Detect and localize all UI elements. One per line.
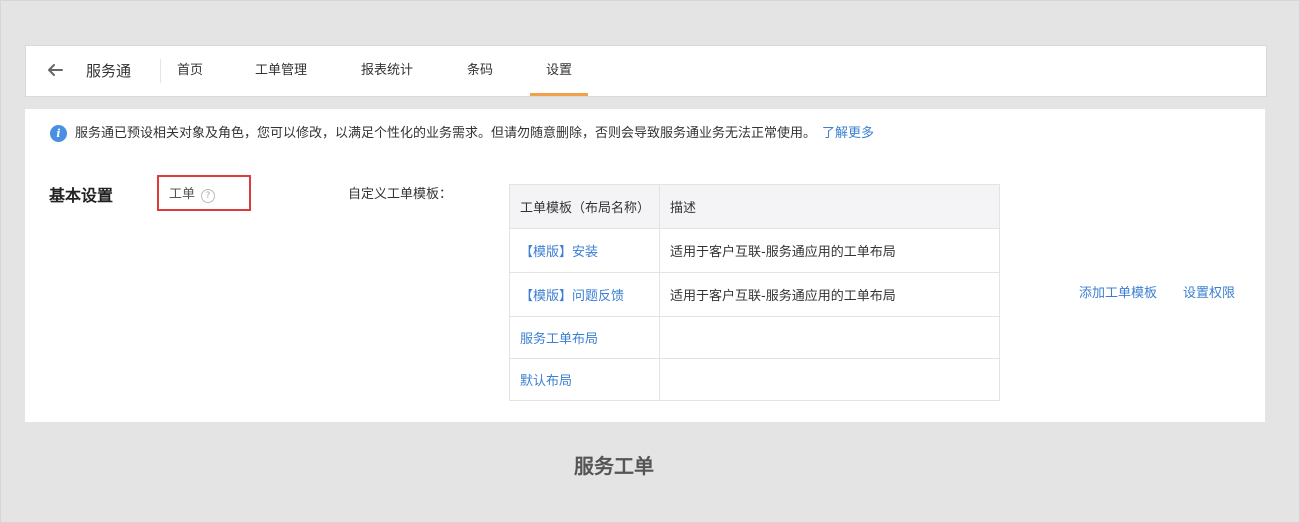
table-row: 【模版】问题反馈 适用于客户互联-服务通应用的工单布局: [509, 272, 1000, 317]
template-description: 适用于客户互联-服务通应用的工单布局: [659, 272, 1000, 317]
tab-settings[interactable]: 设置: [530, 62, 588, 96]
template-description: 适用于客户互联-服务通应用的工单布局: [659, 228, 1000, 273]
nav-divider: [160, 59, 161, 83]
template-table: 工单模板（布局名称） 描述 【模版】安装 适用于客户互联-服务通应用的工单布局 …: [509, 184, 1000, 401]
table-row: 【模版】安装 适用于客户互联-服务通应用的工单布局: [509, 228, 1000, 273]
help-icon[interactable]: ?: [201, 189, 216, 203]
tab-ticket-management[interactable]: 工单管理: [255, 62, 307, 96]
learn-more-link[interactable]: 了解更多: [822, 126, 874, 141]
info-icon: i: [50, 125, 67, 142]
add-template-link[interactable]: 添加工单模板: [1079, 285, 1157, 303]
figure-caption: 服务工单: [574, 454, 654, 478]
app-title: 服务通: [86, 62, 132, 80]
back-arrow-icon[interactable]: [46, 61, 64, 79]
table-row: 服务工单布局: [509, 316, 1000, 359]
set-permissions-link[interactable]: 设置权限: [1183, 285, 1235, 303]
info-notice: 服务通已预设相关对象及角色，您可以修改，以满足个性化的业务需求。但请勿随意删除，…: [75, 125, 874, 143]
template-link[interactable]: 【模版】安装: [520, 245, 598, 260]
template-description: [659, 358, 1000, 401]
category-label: 工单: [169, 187, 196, 202]
table-header-row: 工单模板（布局名称） 描述: [509, 184, 1000, 229]
template-link[interactable]: 【模版】问题反馈: [520, 289, 624, 304]
tab-home[interactable]: 首页: [177, 62, 203, 96]
settings-panel: i 服务通已预设相关对象及角色，您可以修改，以满足个性化的业务需求。但请勿随意删…: [25, 109, 1265, 422]
tab-barcode[interactable]: 条码: [467, 62, 493, 96]
info-notice-text: 服务通已预设相关对象及角色，您可以修改，以满足个性化的业务需求。但请勿随意删除，…: [75, 126, 817, 141]
section-title: 基本设置: [49, 186, 114, 205]
template-link[interactable]: 服务工单布局: [520, 332, 598, 347]
column-header-template-name: 工单模板（布局名称）: [509, 184, 660, 229]
column-header-description: 描述: [659, 184, 1000, 229]
template-field-label: 自定义工单模板：: [348, 187, 453, 202]
table-row: 默认布局: [509, 358, 1000, 401]
template-link[interactable]: 默认布局: [520, 374, 572, 389]
top-nav-bar: 服务通 首页 工单管理 报表统计 条码 设置: [25, 45, 1267, 97]
category-ticket[interactable]: 工单?: [169, 186, 216, 204]
template-description: [659, 316, 1000, 359]
tab-reports[interactable]: 报表统计: [361, 62, 413, 96]
